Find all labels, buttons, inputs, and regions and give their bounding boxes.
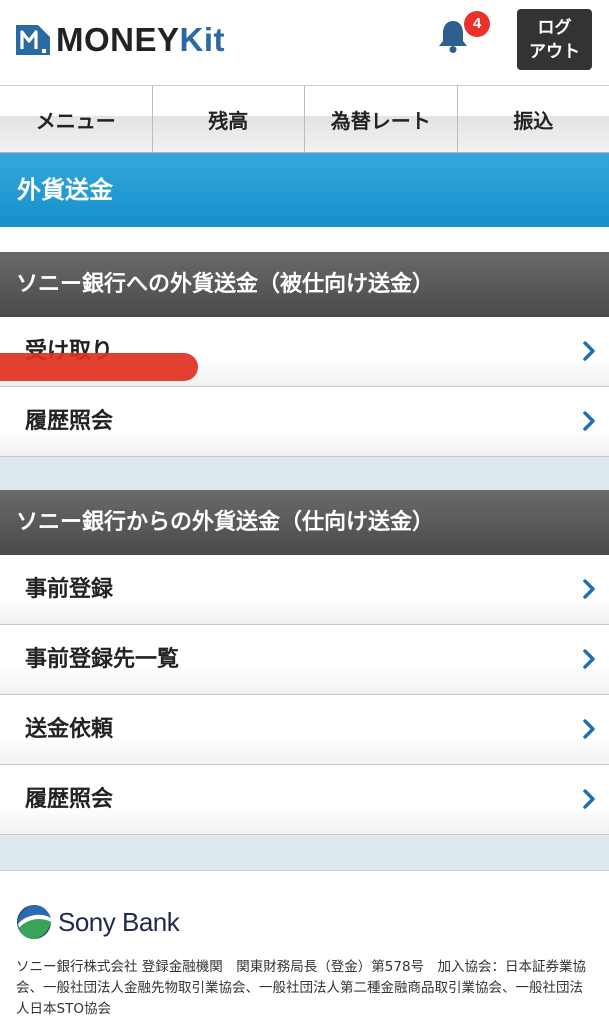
moneykit-logo-mark-icon xyxy=(16,25,50,55)
chevron-right-icon xyxy=(583,649,595,669)
chevron-right-icon xyxy=(583,341,595,361)
chevron-right-icon xyxy=(583,719,595,739)
section-spacer xyxy=(0,227,609,252)
list-item-history-inward[interactable]: 履歴照会 xyxy=(0,387,609,457)
list-item-label: 履歴照会 xyxy=(25,409,114,434)
sony-bank-wordmark: Sony Bank xyxy=(58,906,180,937)
tab-balance[interactable]: 残高 xyxy=(152,86,305,152)
tab-menu[interactable]: メニュー xyxy=(0,86,153,152)
page-title: 外貨送金 xyxy=(0,153,609,227)
section-spacer xyxy=(0,835,609,870)
logout-label-line1: ログ xyxy=(537,17,572,38)
logo-kit-text: Kit xyxy=(179,21,226,58)
chevron-right-icon xyxy=(583,789,595,809)
logout-label-line2: アウト xyxy=(529,41,580,62)
list-item-pre-registration[interactable]: 事前登録 xyxy=(0,555,609,625)
list-item-label: 送金依頼 xyxy=(25,717,114,742)
logo-wordmark: MONEYKit xyxy=(56,22,225,58)
chevron-right-icon xyxy=(583,411,595,431)
sony-bank-logo-icon xyxy=(17,905,51,939)
section-header-outward: ソニー銀行からの外貨送金（仕向け送金） xyxy=(0,490,609,555)
list-item-history-outward[interactable]: 履歴照会 xyxy=(0,765,609,835)
list-item-label: 履歴照会 xyxy=(25,787,114,812)
logout-button[interactable]: ログ アウト xyxy=(517,9,592,70)
tab-transfer[interactable]: 振込 xyxy=(457,86,609,152)
moneykit-logo[interactable]: MONEYKit xyxy=(16,22,225,58)
app-header: MONEYKit 4 ログ アウト xyxy=(0,0,609,86)
logo-money-text: MONEY xyxy=(56,21,180,58)
legal-notice: ソニー銀行株式会社 登録金融機関 関東財務局長（登金）第578号 加入協会：日本… xyxy=(16,959,587,1017)
section-spacer xyxy=(0,457,609,490)
list-item-label: 事前登録先一覧 xyxy=(25,647,180,672)
list-item-label: 事前登録 xyxy=(25,577,114,602)
list-item-registered-list[interactable]: 事前登録先一覧 xyxy=(0,625,609,695)
list-item-remittance-request[interactable]: 送金依頼 xyxy=(0,695,609,765)
red-annotation-mark xyxy=(0,353,198,381)
page-footer: Sony Bank ソニー銀行株式会社 登録金融機関 関東財務局長（登金）第57… xyxy=(0,870,609,1024)
section-header-inward: ソニー銀行への外貨送金（被仕向け送金） xyxy=(0,252,609,317)
chevron-right-icon xyxy=(583,579,595,599)
main-nav-tabs: メニュー 残高 為替レート 振込 xyxy=(0,86,609,153)
notification-badge[interactable]: 4 xyxy=(464,11,490,37)
sony-bank-logo[interactable]: Sony Bank xyxy=(16,904,180,940)
tab-exchange-rate[interactable]: 為替レート xyxy=(305,86,458,152)
